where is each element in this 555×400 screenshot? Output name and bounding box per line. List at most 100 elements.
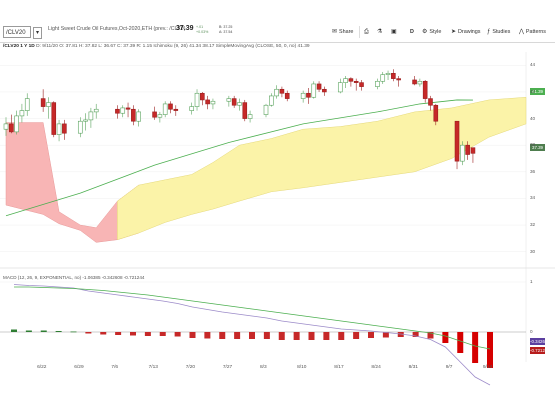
candle-body: [422, 80, 428, 99]
candle-body: [162, 103, 168, 115]
macd-histogram-bar: [234, 332, 241, 339]
macd-axis-tick: 1: [530, 279, 533, 284]
candle-body: [83, 119, 88, 122]
macd-legend[interactable]: MACD (12, 26, 9, EXPONENTIAL, no) -1.063…: [3, 275, 144, 280]
candle-body: [269, 95, 274, 106]
macd-histogram-bar: [100, 332, 107, 335]
candle-body: [46, 102, 51, 107]
macd-histogram-bar: [25, 330, 32, 332]
candle-body: [9, 123, 14, 133]
macd-histogram-bar: [219, 332, 226, 339]
candle-body: [391, 73, 396, 79]
macd-histogram-bar: [174, 332, 181, 337]
macd-histogram-bar: [487, 332, 493, 368]
macd-histogram-bar: [40, 330, 47, 332]
candle-body: [210, 100, 216, 105]
candle-body: [465, 144, 470, 155]
time-axis-tick: 8/3: [260, 365, 267, 370]
candle-body: [93, 108, 99, 113]
candle-body: [433, 104, 439, 122]
candle-body: [168, 103, 173, 110]
macd-histogram-bar: [189, 332, 196, 338]
candle-body: [237, 102, 242, 106]
candle-body: [417, 80, 423, 85]
time-axis-tick: 8/31: [408, 365, 418, 370]
candle-body: [454, 120, 460, 162]
time-axis-tick: 8/10: [297, 365, 307, 370]
candle-body: [24, 98, 30, 111]
candle-body: [279, 88, 285, 94]
candle-body: [131, 108, 136, 122]
candle-body: [173, 108, 179, 111]
price-axis-tick: 34: [530, 195, 536, 201]
price-chart[interactable]: [0, 0, 555, 400]
macd-histogram-bar: [278, 332, 285, 340]
macd-histogram-bar: [159, 332, 166, 336]
time-axis-tick: 9/7: [445, 365, 453, 370]
candle-body: [375, 80, 380, 87]
candle-body: [19, 110, 25, 117]
time-axis-tick: 8/24: [371, 365, 381, 370]
candle-body: [306, 92, 311, 98]
price-axis-tick: 44: [530, 62, 536, 68]
time-axis-tick: 8/17: [334, 365, 344, 370]
candle-body: [40, 98, 46, 107]
macd-histogram-bar: [204, 332, 211, 339]
macd-histogram-bar: [85, 332, 92, 334]
macd-avg-label: -0.34268: [530, 338, 548, 345]
macd-histogram-bar: [338, 332, 345, 340]
candle-body: [460, 144, 465, 162]
candle-body: [359, 82, 364, 87]
macd-histogram-bar: [442, 332, 449, 343]
candle-body: [51, 102, 57, 135]
time-axis-tick: 9/14: [482, 365, 493, 370]
candle-body: [263, 104, 269, 115]
ichimoku-cloud: [5, 96, 527, 243]
macd-histogram-bar: [70, 331, 77, 333]
candle-body: [88, 111, 94, 121]
candle-body: [189, 106, 195, 111]
candle-body: [3, 123, 9, 130]
candle-body: [311, 83, 317, 98]
candle-body: [348, 78, 354, 82]
candle-body: [136, 111, 141, 122]
macd-diff-label: -0.7212: [530, 347, 545, 354]
macd-histogram-bar: [472, 332, 479, 363]
macd-average-line: [14, 286, 491, 350]
macd-histogram-bar: [293, 332, 300, 340]
candle-body: [200, 92, 205, 101]
candle-body: [152, 111, 157, 118]
price-axis-tick: 30: [530, 248, 536, 254]
candle-body: [247, 114, 253, 119]
candle-body: [194, 92, 200, 107]
candle-body: [14, 115, 19, 133]
macd-histogram-bar: [11, 329, 17, 332]
candle-body: [157, 114, 163, 118]
macd-histogram-bar: [55, 331, 62, 332]
time-axis-tick: 6/29: [74, 365, 84, 370]
candle-body: [205, 99, 210, 105]
price-axis-tick: 32: [530, 222, 536, 228]
macd-histogram-bar: [353, 332, 360, 339]
macd-histogram-bar: [144, 332, 151, 336]
candle-body: [428, 98, 433, 106]
macd-histogram-bar: [249, 332, 255, 339]
candle-body: [385, 73, 391, 75]
price-axis-tick: 38: [530, 142, 536, 148]
candle-body: [226, 98, 232, 102]
candle-body: [56, 123, 62, 135]
candle-body: [62, 123, 67, 134]
candle-body: [77, 120, 83, 134]
candle-body: [284, 92, 290, 99]
price-axis-tick: 42: [530, 88, 536, 94]
price-axis-tick: 36: [530, 168, 536, 174]
candle-body: [115, 108, 120, 114]
candle-body: [274, 88, 279, 97]
candle-body: [343, 78, 348, 83]
candle-body: [353, 80, 359, 83]
candle-body: [120, 107, 126, 114]
time-axis-tick: 6/22: [37, 365, 47, 370]
candle-body: [242, 102, 248, 119]
candle-body: [231, 98, 237, 106]
candle-body: [470, 147, 476, 154]
